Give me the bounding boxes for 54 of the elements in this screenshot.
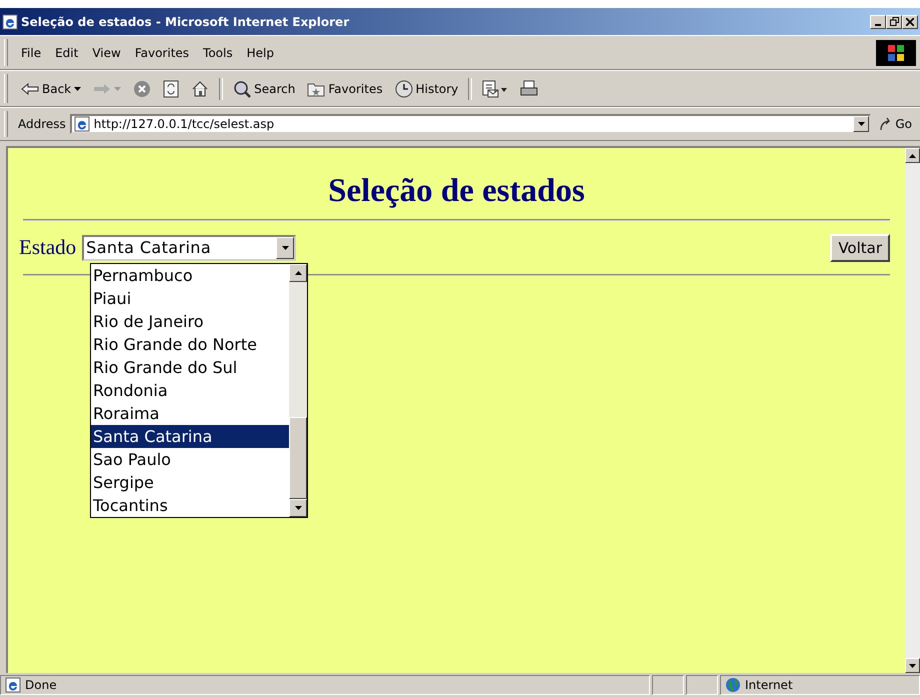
- clock-icon: [394, 80, 413, 98]
- scrollbar[interactable]: [905, 148, 920, 673]
- menu-item[interactable]: View: [85, 44, 128, 62]
- go-button[interactable]: Go: [875, 117, 916, 131]
- back-button[interactable]: Voltar: [830, 234, 890, 262]
- ie-logo-icon: [2, 14, 18, 30]
- back-button[interactable]: Back: [16, 80, 86, 98]
- down-arrow-icon: [74, 86, 82, 90]
- menu-item[interactable]: Favorites: [128, 44, 196, 62]
- page-heading: Seleção de estados: [327, 174, 586, 208]
- status-text: Done: [5, 677, 57, 693]
- back-arrow-icon: [21, 82, 39, 94]
- down-arrow-icon: [909, 664, 916, 668]
- minimize-button[interactable]: [870, 14, 886, 28]
- refresh-icon: [163, 80, 180, 98]
- address-label: Address: [18, 117, 66, 131]
- stop-icon: [133, 80, 152, 98]
- windows-logo-icon: [876, 40, 916, 66]
- forward-arrow-icon: [93, 82, 112, 94]
- page-icon: [5, 677, 21, 693]
- window-title: Seleção de estados - Microsoft Internet Explorer: [21, 14, 350, 28]
- menu-item[interactable]: Edit: [48, 44, 86, 62]
- home-icon: [191, 80, 210, 98]
- search-icon: [233, 80, 252, 98]
- field-label: Estado: [19, 235, 76, 260]
- search-button[interactable]: Search: [228, 78, 300, 100]
- status-panel: [652, 675, 684, 695]
- dropdown-option[interactable]: Santa Catarina: [91, 425, 289, 448]
- minimize-icon: [875, 24, 881, 26]
- down-arrow-icon: [858, 122, 865, 126]
- down-arrow-icon: [282, 246, 289, 250]
- down-arrow-icon: [294, 506, 302, 510]
- state-select[interactable]: Santa Catarina: [82, 234, 296, 260]
- page-icon: [74, 116, 90, 132]
- down-arrow-icon: [114, 86, 122, 90]
- restore-icon: [890, 17, 898, 26]
- up-arrow-icon: [909, 154, 916, 158]
- up-arrow-icon: [294, 271, 302, 275]
- zone-text: Internet: [745, 678, 793, 692]
- menu-item[interactable]: File: [14, 44, 48, 62]
- folder-star-icon: [307, 80, 326, 96]
- restore-button[interactable]: [886, 14, 902, 28]
- address-field[interactable]: http://127.0.0.1/tcc/selest.asp: [70, 114, 872, 134]
- mail-icon: [482, 80, 508, 98]
- status-panel: [686, 675, 718, 695]
- close-icon: [906, 18, 914, 26]
- globe-icon: [725, 677, 741, 693]
- menu-item[interactable]: Help: [240, 44, 281, 62]
- favorites-button[interactable]: Favorites: [302, 78, 388, 98]
- printer-icon: [520, 80, 538, 98]
- close-button[interactable]: [902, 14, 918, 28]
- menu-item[interactable]: Tools: [196, 44, 240, 62]
- history-button[interactable]: History: [390, 78, 464, 100]
- scrollbar[interactable]: [289, 264, 307, 517]
